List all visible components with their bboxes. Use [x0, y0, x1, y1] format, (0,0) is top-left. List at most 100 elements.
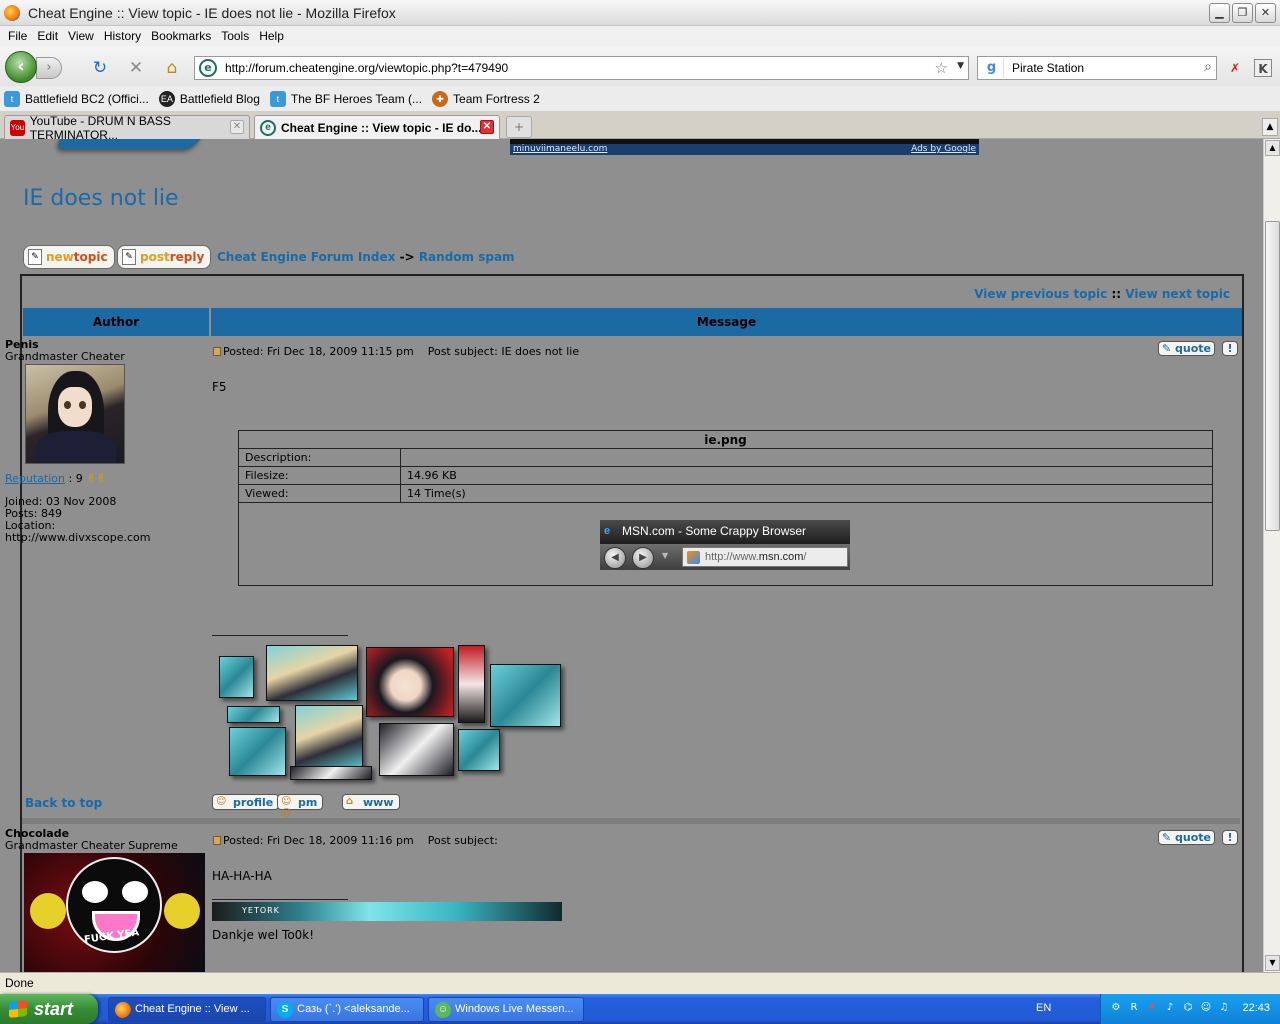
report-button[interactable]: ! [1222, 341, 1238, 356]
search-input[interactable]: Pirate Station [1012, 61, 1084, 75]
menu-history[interactable]: History [102, 29, 149, 43]
author-stats: Joined: 03 Nov 2008 Posts: 849 Location:… [5, 495, 151, 544]
restore-button[interactable]: ❐ [1232, 3, 1253, 23]
new-topic-button[interactable]: ✎ new topic [23, 245, 115, 269]
window-titlebar: Cheat Engine :: View topic - IE does not… [0, 0, 1280, 26]
attachment-image[interactable]: e MSN.com - Some Crappy Browser ◀ ▶ ▼ htt… [600, 520, 850, 570]
url-text[interactable]: http://forum.cheatengine.org/viewtopic.p… [225, 61, 508, 75]
quote-button[interactable]: ✎ quote [1158, 830, 1215, 845]
antivirus-icon[interactable]: ✗ [1145, 1001, 1159, 1015]
stop-icon[interactable]: ✕ [126, 58, 146, 78]
minimize-button[interactable]: ▁ [1209, 3, 1230, 23]
start-button[interactable]: start [0, 994, 98, 1024]
speaker-icon[interactable]: ♫ [1217, 1001, 1231, 1015]
tab-bar: You YouTube - DRUM N BASS TERMINATOR... … [0, 112, 1280, 142]
post-body: HA-HA-HA [212, 869, 272, 883]
signature-image [212, 643, 572, 783]
back-button[interactable]: ‹ [5, 51, 37, 83]
prev-topic-link[interactable]: View previous topic [974, 287, 1107, 301]
volume-icon[interactable]: ♪ [1163, 1001, 1177, 1015]
new-tab-button[interactable]: + [506, 116, 532, 138]
url-bar[interactable]: e http://forum.cheatengine.org/viewtopic… [194, 56, 969, 80]
page-scrollbar[interactable]: ▲ ▼ [1263, 139, 1280, 972]
site-logo [54, 139, 206, 149]
taskbar-item-firefox[interactable]: Cheat Engine :: View ... [108, 997, 266, 1022]
status-bar: Done [0, 972, 1280, 994]
tab-youtube[interactable]: You YouTube - DRUM N BASS TERMINATOR... … [4, 113, 250, 142]
back-to-top-link[interactable]: Back to top [25, 796, 102, 810]
ad-banner[interactable]: minuviimaneelu.com Ads by Google [510, 139, 979, 155]
ad-link[interactable]: minuviimaneelu.com [513, 144, 607, 154]
home-page-icon: ⌂ [346, 796, 354, 807]
bookmark-item[interactable]: t The BF Heroes Team (... [269, 90, 423, 107]
bookmark-item[interactable]: EA Battlefield Blog [158, 90, 260, 107]
site-favicon-icon: e [199, 59, 217, 77]
cheat-engine-icon: e [260, 120, 276, 136]
firefox-icon [4, 4, 20, 21]
search-engine-icon[interactable]: g [980, 58, 1004, 78]
tab-cheat-engine[interactable]: e Cheat Engine :: View topic - IE do... … [254, 115, 500, 140]
reload-icon[interactable]: ↻ [90, 58, 110, 78]
tab-label: Cheat Engine :: View topic - IE do... [281, 121, 482, 135]
quote-button[interactable]: ✎ quote [1158, 341, 1215, 356]
search-icon[interactable]: ⌕ [1204, 59, 1212, 75]
bookmark-item[interactable]: t Battlefield BC2 (Offici... [4, 90, 149, 107]
bookmark-label: Battlefield Blog [179, 91, 260, 106]
bookmark-star-icon[interactable]: ☆ [935, 59, 948, 77]
breadcrumb-forum-link[interactable]: Random spam [419, 250, 515, 264]
tab-list-button[interactable]: ▲ [1262, 118, 1278, 136]
post-reply-button[interactable]: ✎ post reply [117, 245, 212, 269]
next-topic-link[interactable]: View next topic [1125, 287, 1230, 301]
scroll-up-icon[interactable]: ▲ [1265, 140, 1280, 156]
addon-k-icon[interactable]: K [1254, 59, 1272, 77]
bookmark-item[interactable]: ✚ Team Fortress 2 [432, 90, 540, 107]
page-title[interactable]: IE does not lie [23, 186, 179, 211]
home-icon[interactable]: ⌂ [162, 58, 182, 78]
post-subject: Post subject: [427, 834, 498, 847]
tab-label: YouTube - DRUM N BASS TERMINATOR... [29, 113, 171, 142]
post-author-rank: Grandmaster Cheater [5, 350, 125, 363]
signature-divider [212, 635, 348, 636]
tab-close-icon[interactable]: ✕ [230, 120, 244, 134]
post-author-rank: Grandmaster Cheater Supreme [5, 839, 178, 852]
taskbar-item-skype[interactable]: S Сазь (`.') <aleksande... [270, 997, 424, 1022]
bookmark-label: Team Fortress 2 [453, 91, 540, 106]
tab-close-icon[interactable]: ✕ [480, 120, 494, 134]
menu-bookmarks[interactable]: Bookmarks [149, 29, 219, 43]
network-icon[interactable]: ⌬ [1181, 1001, 1195, 1015]
close-button[interactable]: ✕ [1255, 3, 1276, 23]
addon-red-icon[interactable]: ✗ [1226, 59, 1244, 77]
post-subject: Post subject: IE does not lie [427, 345, 580, 358]
forward-button[interactable]: › [36, 57, 62, 79]
menu-view[interactable]: View [66, 29, 102, 43]
bookmark-label: The BF Heroes Team (... [290, 91, 423, 106]
post-icon [213, 347, 221, 356]
search-bar[interactable]: g Pirate Station ⌕ [977, 56, 1217, 80]
menu-file[interactable]: File [6, 29, 35, 43]
url-dropdown-icon[interactable]: ▼ [957, 61, 964, 71]
skype-icon: S [277, 1002, 293, 1018]
system-tray: ⚙ R ✗ ♪ ⌬ ☺ ♫ 22:43 [1100, 994, 1280, 1024]
rockstar-icon[interactable]: R [1127, 1001, 1141, 1015]
taskbar-item-messenger[interactable]: ☺ Windows Live Messen... [428, 997, 584, 1022]
avatar [25, 364, 125, 464]
messenger-tray-icon[interactable]: ☺ [1199, 1001, 1213, 1015]
www-button[interactable]: ⌂ www [342, 794, 400, 810]
ads-by-google-link[interactable]: Ads by Google [911, 144, 976, 154]
language-indicator[interactable]: EN [1036, 1002, 1051, 1014]
menu-help[interactable]: Help [257, 29, 292, 43]
attachment-name[interactable]: ie.png [239, 431, 1212, 449]
pm-button[interactable]: ☺☺ pm [277, 794, 324, 819]
scroll-down-icon[interactable]: ▼ [1265, 955, 1280, 971]
attachment-views: 14 Time(s) [407, 487, 466, 500]
youtube-icon: You [10, 119, 25, 136]
reputation-link[interactable]: Reputation [5, 472, 65, 485]
profile-button[interactable]: ☺ profile [212, 794, 280, 810]
scroll-thumb[interactable] [1265, 221, 1280, 531]
steam-icon[interactable]: ⚙ [1109, 1001, 1123, 1015]
menu-edit[interactable]: Edit [35, 29, 66, 43]
report-button[interactable]: ! [1222, 830, 1238, 845]
menu-tools[interactable]: Tools [219, 29, 257, 43]
clock[interactable]: 22:43 [1242, 1002, 1270, 1014]
breadcrumb-index-link[interactable]: Cheat Engine Forum Index [217, 250, 395, 264]
